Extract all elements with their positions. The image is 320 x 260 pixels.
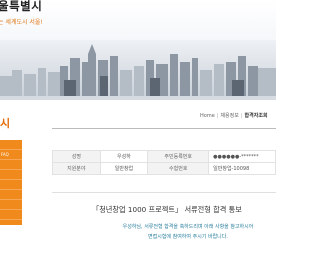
table-row: 성명 우성하 주민등록번호 ●●●●●●-******* bbox=[52, 150, 276, 163]
notice-body-line: 우성하님, 서류전형 합격을 축하드리며 아래 사항을 참고하시어 bbox=[122, 224, 254, 230]
breadcrumb-separator: | bbox=[240, 113, 243, 119]
sidebar-item-5[interactable] bbox=[0, 180, 22, 190]
field-value: 일반창업 bbox=[99, 162, 149, 175]
field-label: 지원분야 bbox=[52, 162, 101, 175]
notice-divider bbox=[52, 192, 276, 193]
exam-number-label: 수험번호 bbox=[147, 162, 210, 175]
exam-number-value: 일반창업-10098 bbox=[208, 162, 276, 175]
table-row: 지원분야 일반창업 수험번호 일반창업-10098 bbox=[52, 162, 276, 175]
sidebar-item-8[interactable] bbox=[0, 210, 22, 220]
sidebar-item-faq[interactable]: FAQ bbox=[0, 150, 22, 160]
sidebar-menu: FAQ bbox=[0, 140, 22, 225]
notice-title: 「청년창업 1000 프로젝트」 서류전형 합격 통보 bbox=[92, 205, 242, 215]
breadcrumb-section-link[interactable]: 채용정보 bbox=[220, 113, 238, 119]
sidebar-heading: 시 bbox=[0, 112, 18, 136]
breadcrumb-divider bbox=[52, 128, 276, 129]
city-title: 울특별시 bbox=[0, 0, 43, 13]
breadcrumb-separator: | bbox=[216, 113, 219, 119]
id-number-value: ●●●●●●-******* bbox=[208, 150, 276, 163]
breadcrumb: Home | 채용정보 | 합격자조회 bbox=[200, 112, 268, 119]
sidebar-item-7[interactable] bbox=[0, 200, 22, 210]
sidebar-item-6[interactable] bbox=[0, 190, 22, 200]
header-banner: 울특별시 는 세계도시 서울! bbox=[0, 0, 276, 100]
id-number-label: 주민등록번호 bbox=[147, 150, 210, 163]
sidebar-heading-text: 시 bbox=[0, 117, 11, 130]
name-label: 성명 bbox=[52, 150, 101, 163]
sidebar-item-3[interactable] bbox=[0, 160, 22, 170]
city-slogan: 는 세계도시 서울! bbox=[0, 19, 43, 26]
breadcrumb-current: 합격자조회 bbox=[244, 113, 268, 119]
city-skyline-image bbox=[0, 40, 276, 100]
sidebar-item-1[interactable] bbox=[0, 140, 22, 150]
breadcrumb-home-link[interactable]: Home bbox=[200, 113, 215, 119]
sidebar-item-4[interactable] bbox=[0, 170, 22, 180]
notice-body: 우성하님, 서류전형 합격을 축하드리며 아래 사항을 참고하시어 면접시험에 … bbox=[100, 222, 276, 242]
notice-body-line: 면접시험에 참여하여 주시기 바랍니다. bbox=[148, 234, 228, 240]
name-value: 우성하 bbox=[99, 150, 149, 163]
notice-title-result: 서류전형 합격 통보 bbox=[184, 205, 242, 214]
applicant-info-table: 성명 우성하 주민등록번호 ●●●●●●-******* 지원분야 일반창업 수… bbox=[52, 150, 276, 175]
notice-title-project: 「청년창업 1000 프로젝트」 bbox=[92, 205, 183, 214]
